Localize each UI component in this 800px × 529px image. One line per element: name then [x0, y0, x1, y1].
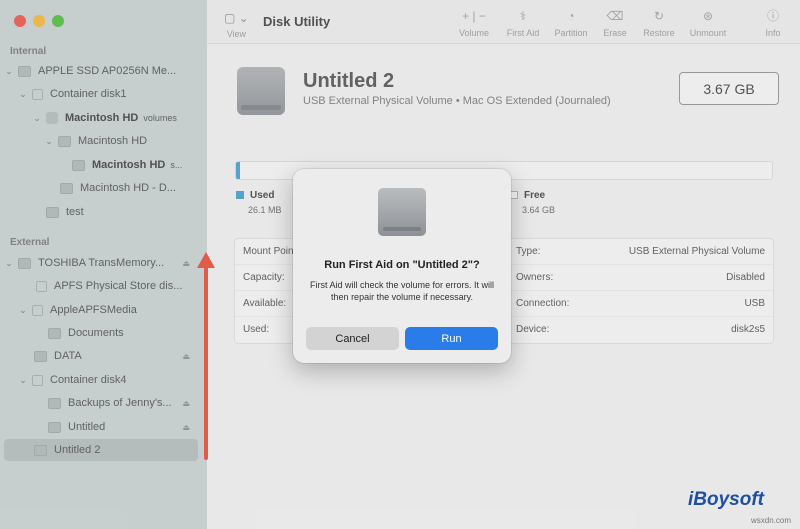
- iboysoft-logo: iBoysoft: [688, 489, 764, 510]
- up-arrow-annotation: [197, 252, 215, 460]
- dialog-message: First Aid will check the volume for erro…: [309, 280, 495, 302]
- site-watermark: wsxdn.com: [751, 516, 792, 525]
- cancel-button[interactable]: Cancel: [306, 327, 399, 350]
- first-aid-dialog: Run First Aid on "Untitled 2"? First Aid…: [293, 169, 511, 363]
- disk-utility-window: Internal ⌄ APPLE SSD AP0256N Me... ⌄ Con…: [0, 0, 800, 529]
- dialog-title: Run First Aid on "Untitled 2"?: [324, 259, 480, 271]
- external-disk-icon: [378, 188, 426, 236]
- run-button[interactable]: Run: [405, 327, 498, 350]
